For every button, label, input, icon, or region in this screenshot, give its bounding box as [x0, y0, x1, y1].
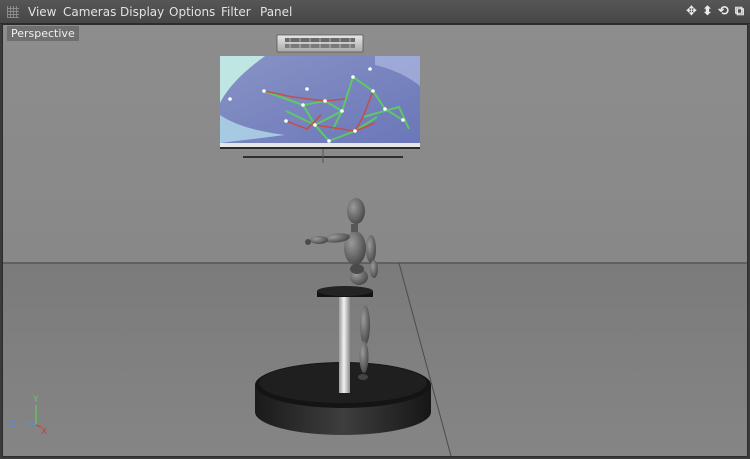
menu-view[interactable]: View	[28, 0, 56, 24]
menu-display[interactable]: Display	[120, 0, 164, 24]
menu-panel[interactable]: Panel	[260, 0, 292, 24]
rotate-view-icon[interactable]: ⟲	[717, 3, 730, 21]
scene-canvas[interactable]: Y Z X	[3, 25, 747, 456]
menu-options[interactable]: Options	[169, 0, 215, 24]
menu-filter[interactable]: Filter	[221, 0, 251, 24]
axis-label-x: X	[41, 427, 47, 437]
viewport-menubar: View Cameras Display Options Filter Pane…	[0, 0, 750, 24]
table-top[interactable]	[317, 286, 373, 297]
toggle-layout-icon[interactable]: ⧉	[733, 3, 746, 21]
menu-cameras[interactable]: Cameras	[63, 0, 116, 24]
axis-label-y: Y	[32, 395, 39, 405]
display-screen[interactable]	[220, 56, 420, 163]
axis-label-z: Z	[9, 420, 15, 430]
perspective-viewport[interactable]: Perspective Y Z X	[2, 24, 748, 457]
move-view-icon[interactable]: ✥	[685, 3, 698, 21]
view-navigation-icons: ✥ ⬍ ⟲ ⧉	[685, 3, 746, 21]
panel-grip-icon[interactable]	[7, 6, 19, 18]
camera-label[interactable]: Perspective	[7, 26, 79, 41]
projector-unit[interactable]	[276, 34, 364, 53]
dolly-icon[interactable]: ⬍	[701, 3, 714, 21]
stand-pole[interactable]	[339, 297, 350, 393]
